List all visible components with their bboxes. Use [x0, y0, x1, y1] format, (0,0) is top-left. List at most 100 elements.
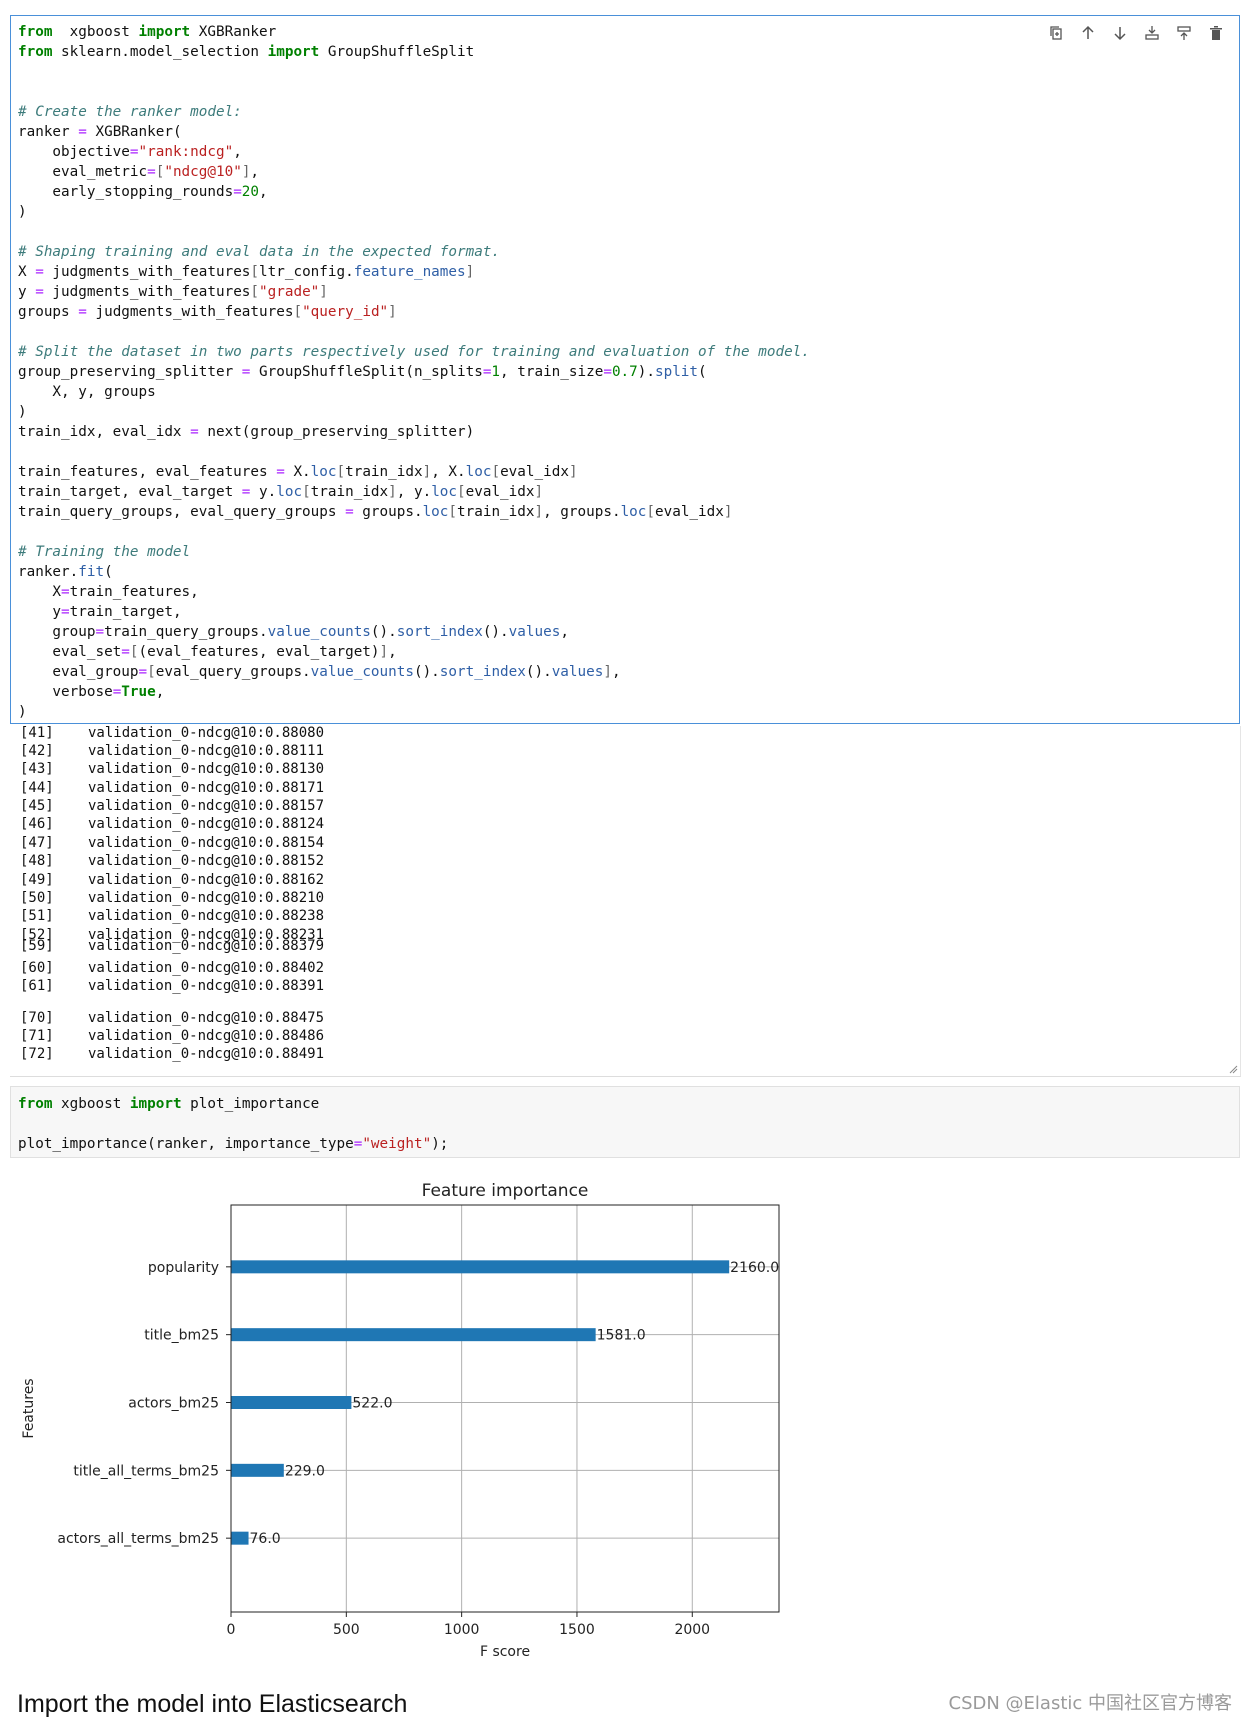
code-token: eval_metric — [18, 164, 148, 180]
bar-title_bm25 — [231, 1328, 596, 1342]
code-editor-plot[interactable]: from xgboost import plot_importance plot… — [18, 1094, 448, 1154]
log-metric: validation_0-ndcg@10:0.88391 — [88, 978, 325, 994]
code-cell-plot[interactable]: from xgboost import plot_importance plot… — [10, 1086, 1240, 1158]
x-axis-label: F score — [480, 1644, 530, 1660]
y-tick-label: title_all_terms_bm25 — [73, 1463, 219, 1479]
arrow-down-icon[interactable] — [1109, 22, 1131, 44]
code-token: train_target, — [69, 604, 182, 620]
section-heading: Import the model into Elasticsearch — [17, 1690, 408, 1718]
code-token: (). — [370, 624, 397, 640]
code-token: = — [190, 424, 199, 440]
code-token: (). — [525, 664, 552, 680]
code-token: early_stopping_rounds — [18, 184, 234, 200]
bar-title_all_terms_bm25 — [231, 1463, 284, 1477]
code-token: eval_group — [18, 664, 139, 680]
code-token: , y. — [396, 484, 432, 500]
code-editor-training[interactable]: from xgboost import XGBRanker from sklear… — [18, 22, 810, 722]
code-line: ranker.fit( — [18, 562, 810, 582]
insert-above-icon[interactable] — [1141, 22, 1163, 44]
log-iteration: [71] — [20, 1028, 54, 1044]
code-token: [ — [129, 644, 139, 660]
code-token: [ — [457, 484, 466, 500]
code-line: ) — [18, 702, 810, 722]
code-line: # Split the dataset in two parts respect… — [18, 342, 810, 362]
code-token: judgments_with_features — [43, 284, 251, 300]
code-token: X — [18, 584, 62, 600]
log-iteration: [46] — [20, 816, 54, 832]
code-token: ranker. — [18, 564, 79, 580]
code-token: ( — [104, 564, 113, 580]
code-token: eval_idx — [465, 484, 535, 500]
code-token: train_query_groups. — [104, 624, 268, 640]
code-token: # Create the ranker model: — [18, 104, 242, 120]
duplicate-icon[interactable] — [1045, 22, 1067, 44]
log-line: [70] validation_0-ndcg@10:0.88475 — [20, 1010, 324, 1026]
log-line: [46] validation_0-ndcg@10:0.88124 — [20, 816, 324, 832]
code-token: from — [18, 24, 53, 40]
code-token: groups. — [353, 504, 423, 520]
training-output-log[interactable]: [41] validation_0-ndcg@10:0.88080 [42] vali… — [10, 726, 1241, 1077]
code-token: ] — [379, 644, 389, 660]
code-token: = — [138, 664, 148, 680]
log-iteration: [72] — [20, 1046, 54, 1062]
code-token: train_target, eval_target — [18, 484, 242, 500]
code-token: feature_names — [353, 264, 466, 280]
code-token: "grade" — [259, 284, 320, 300]
log-iteration: [44] — [20, 780, 54, 796]
code-cell-training[interactable]: from xgboost import XGBRanker from sklear… — [10, 15, 1240, 724]
data-label: 76.0 — [250, 1531, 281, 1547]
code-token: , — [155, 684, 165, 700]
code-line: objective="rank:ndcg", — [18, 142, 810, 162]
y-axis-label: Features — [21, 1378, 37, 1438]
log-iteration: [48] — [20, 853, 54, 869]
code-token: = — [276, 464, 285, 480]
code-token: ] — [388, 484, 397, 500]
resize-handle-icon[interactable] — [1228, 1064, 1238, 1074]
code-token: y — [18, 604, 62, 620]
log-iteration: [61] — [20, 978, 54, 994]
code-token: objective — [18, 144, 130, 160]
log-line: [45] validation_0-ndcg@10:0.88157 — [20, 798, 324, 814]
code-token: True — [121, 684, 156, 700]
code-token: (). — [482, 624, 509, 640]
chart-svg: Feature importance 0 500 1000 1500 2000 popula… — [21, 1181, 780, 1660]
code-token: ) — [18, 204, 27, 220]
code-token: ( — [698, 364, 707, 380]
code-token: eval_idx — [655, 504, 724, 520]
code-line: train_target, eval_target = y.loc[train_… — [18, 482, 810, 502]
log-metric: validation_0-ndcg@10:0.88402 — [88, 960, 325, 976]
code-token: (). — [413, 664, 440, 680]
arrow-up-icon[interactable] — [1077, 22, 1099, 44]
log-line: [50] validation_0-ndcg@10:0.88210 — [20, 890, 324, 906]
data-label: 1581.0 — [597, 1328, 646, 1344]
trash-icon[interactable] — [1205, 22, 1227, 44]
code-token: "rank:ndcg" — [138, 144, 234, 160]
code-token: , X. — [431, 464, 466, 480]
code-line: train_query_groups, eval_query_groups = … — [18, 502, 810, 522]
log-line: [61] validation_0-ndcg@10:0.88391 — [20, 978, 324, 994]
code-token: train_idx, eval_idx — [18, 424, 191, 440]
code-token: ltr_config. — [259, 264, 354, 280]
code-token: train_idx — [310, 484, 389, 500]
code-token: loc — [276, 484, 303, 500]
watermark: CSDN @Elastic 中国社区官方博客 — [948, 1693, 1233, 1714]
code-token: = — [147, 164, 156, 180]
code-token: , — [233, 144, 242, 160]
data-label: 522.0 — [352, 1396, 392, 1412]
code-token: value_counts — [310, 664, 414, 680]
log-line: [48] validation_0-ndcg@10:0.88152 — [20, 853, 324, 869]
code-token: = — [35, 264, 44, 280]
code-token: ] — [465, 264, 475, 280]
log-line: [71] validation_0-ndcg@10:0.88486 — [20, 1028, 324, 1044]
insert-below-icon[interactable] — [1173, 22, 1195, 44]
chart-title: Feature importance — [422, 1181, 589, 1201]
code-token: = — [95, 624, 105, 640]
code-line: from xgboost import plot_importance — [18, 1094, 448, 1114]
code-line: train_features, eval_features = X.loc[tr… — [18, 462, 810, 482]
code-token: loc — [620, 504, 647, 520]
code-token: ] — [319, 284, 328, 300]
y-tick-label: actors_bm25 — [128, 1396, 219, 1412]
